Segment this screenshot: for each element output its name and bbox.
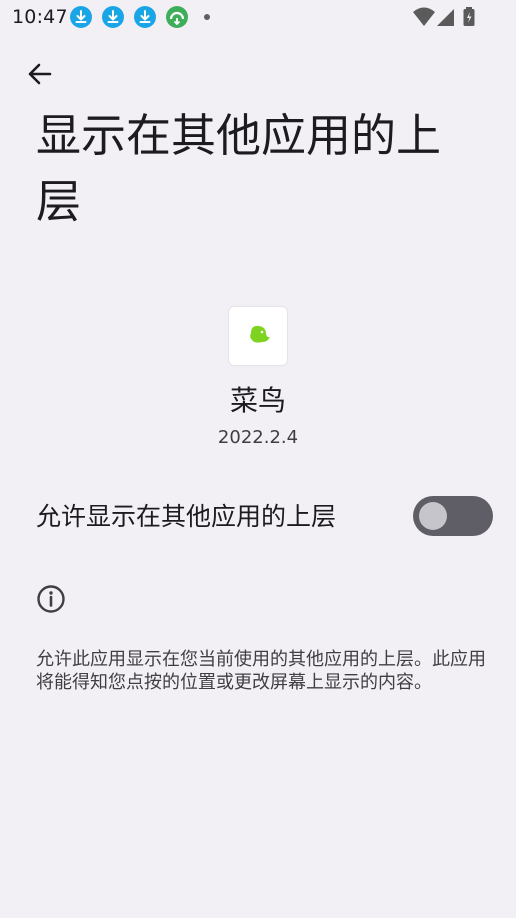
more-notifications-dot xyxy=(204,14,210,20)
allow-overlay-setting[interactable]: 允许显示在其他应用的上层 xyxy=(0,486,516,546)
back-button[interactable] xyxy=(22,56,58,92)
app-name: 菜鸟 xyxy=(229,384,286,417)
app-icon xyxy=(229,307,287,365)
signal-icon xyxy=(436,6,456,32)
allow-overlay-switch[interactable] xyxy=(413,496,493,536)
status-time: 10:47 xyxy=(12,6,68,28)
arrow-back-icon xyxy=(28,63,52,85)
info-description: 允许此应用显示在您当前使用的其他应用的上层。此应用将能得知您点按的位置或更改屏幕… xyxy=(36,649,486,693)
switch-thumb xyxy=(419,502,447,530)
battery-icon xyxy=(462,6,476,32)
status-bar: 10:47 xyxy=(0,0,516,36)
allow-overlay-label: 允许显示在其他应用的上层 xyxy=(36,502,337,531)
app-store-icon xyxy=(166,6,188,28)
cainiao-bird-icon xyxy=(250,325,270,343)
wifi-icon xyxy=(412,6,436,32)
page-title: 显示在其他应用的上层 xyxy=(36,109,442,228)
download-icon xyxy=(134,6,156,28)
download-icon xyxy=(70,6,92,28)
info-icon xyxy=(36,584,66,614)
app-version: 2022.2.4 xyxy=(217,427,299,448)
download-icon xyxy=(102,6,124,28)
